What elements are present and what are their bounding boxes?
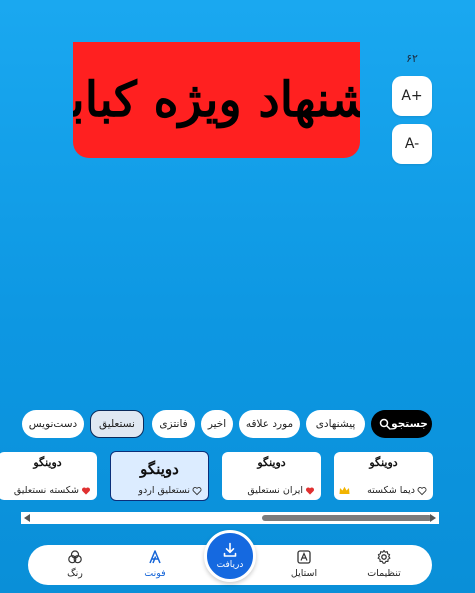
font-sample: دوینگو xyxy=(140,460,179,478)
category-chips: جستجو پیشنهادی مورد علاقه اخیر فانتزی نس… xyxy=(0,410,475,438)
nav-color-label: رنگ xyxy=(67,568,83,579)
font-name: دیما شکسته xyxy=(367,485,415,496)
font-card[interactable]: دوینگو ایران نستعلیق xyxy=(222,452,321,500)
color-circles-icon xyxy=(68,550,82,564)
search-icon xyxy=(379,418,391,430)
chip-suggested[interactable]: پیشنهادی xyxy=(306,410,365,438)
style-icon xyxy=(297,550,311,564)
download-icon xyxy=(223,542,237,557)
nav-color[interactable]: رنگ xyxy=(45,549,105,583)
font-name: نستعلیق اردو xyxy=(138,485,190,496)
chip-fantasy[interactable]: فانتزی xyxy=(152,410,195,438)
font-name: ایران نستعلیق xyxy=(247,485,303,496)
scroll-left-arrow-icon[interactable] xyxy=(24,514,30,522)
gear-icon xyxy=(377,549,391,564)
download-label: دریافت xyxy=(216,560,244,570)
heart-filled-icon[interactable] xyxy=(305,486,315,496)
nav-font[interactable]: فونت xyxy=(125,549,185,583)
banner-text: پیشنهاد ویژه کبابی xyxy=(73,72,360,128)
search-chip[interactable]: جستجو xyxy=(371,410,432,438)
heart-filled-icon[interactable] xyxy=(81,486,91,496)
scroll-right-arrow-icon[interactable] xyxy=(430,514,436,522)
chip-handwriting[interactable]: دست‌نویس xyxy=(22,410,84,438)
chip-nastaliq[interactable]: نستعلیق xyxy=(90,410,144,438)
decrease-font-size-button[interactable]: A- xyxy=(392,124,432,164)
increase-font-size-button[interactable]: A+ xyxy=(392,76,432,116)
font-sample: دوینگو xyxy=(257,456,286,469)
preview-banner[interactable]: پیشنهاد ویژه کبابی xyxy=(73,42,360,158)
heart-outline-icon[interactable] xyxy=(417,486,427,496)
nav-style[interactable]: استایل xyxy=(274,549,334,583)
font-card[interactable]: دوینگو دیما شکسته xyxy=(334,452,433,500)
chip-recent[interactable]: اخیر xyxy=(201,410,233,438)
font-sample: دوینگو xyxy=(33,456,62,469)
font-card[interactable]: دوینگو شکسته نستعلیق xyxy=(0,452,97,500)
chip-favorites[interactable]: مورد علاقه xyxy=(239,410,300,438)
search-chip-label: جستجو xyxy=(391,418,428,430)
font-name: شکسته نستعلیق xyxy=(13,485,79,496)
nav-settings[interactable]: تنظیمات xyxy=(354,549,414,583)
font-size-value: ۶۲ xyxy=(406,52,418,65)
download-button[interactable]: دریافت xyxy=(204,530,256,582)
scroll-thumb[interactable] xyxy=(262,515,432,521)
font-icon xyxy=(149,550,161,564)
font-sample: دوینگو xyxy=(369,456,398,469)
font-card-selected[interactable]: دوینگو نستعلیق اردو xyxy=(110,451,209,501)
font-list-scrollbar[interactable] xyxy=(21,512,439,524)
nav-style-label: استایل xyxy=(290,568,318,579)
crown-icon xyxy=(339,486,350,494)
heart-outline-icon[interactable] xyxy=(192,486,202,496)
nav-font-label: فونت xyxy=(144,568,166,579)
nav-settings-label: تنظیمات xyxy=(367,568,401,579)
